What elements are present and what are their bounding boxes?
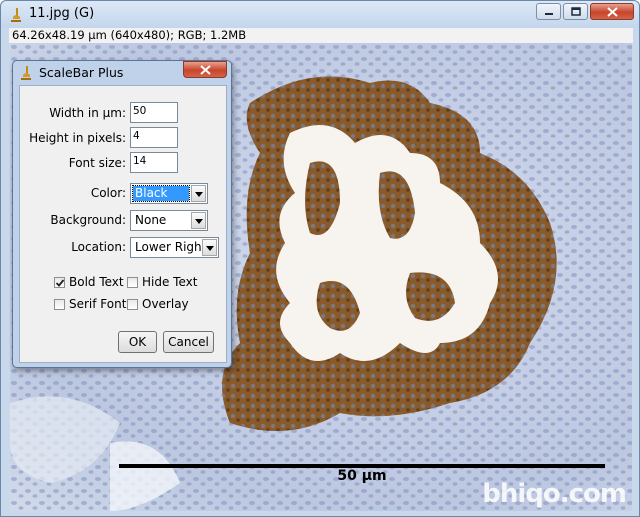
height-label: Height in pixels: <box>29 131 126 145</box>
minimize-button[interactable] <box>536 3 561 20</box>
background-label: Background: <box>50 213 126 227</box>
width-input[interactable]: 50 <box>130 102 178 123</box>
imagej-microscope-icon <box>11 8 21 22</box>
close-icon <box>591 4 633 19</box>
chevron-down-icon[interactable] <box>202 239 217 256</box>
maximize-button[interactable] <box>563 3 588 20</box>
color-select-value: Black <box>132 185 190 202</box>
hide-text-label[interactable]: Hide Text <box>142 275 197 289</box>
scale-bar-label: 50 µm <box>337 468 387 484</box>
background-select[interactable]: None <box>130 210 208 231</box>
serif-font-checkbox[interactable] <box>54 299 65 310</box>
image-info-bar: 64.26x48.19 µm (640x480); RGB; 1.2MB <box>9 28 633 43</box>
dialog-close-button[interactable] <box>183 61 227 78</box>
hide-text-checkbox[interactable] <box>127 277 138 288</box>
location-select[interactable]: Lower Right <box>130 237 219 258</box>
serif-font-label[interactable]: Serif Font <box>69 297 126 311</box>
chevron-down-icon[interactable] <box>191 212 206 229</box>
bold-text-label[interactable]: Bold Text <box>69 275 124 289</box>
overlay-checkbox[interactable] <box>127 299 138 310</box>
cancel-button[interactable]: Cancel <box>163 331 214 353</box>
location-select-value: Lower Right <box>135 240 207 254</box>
overlay-label[interactable]: Overlay <box>142 297 189 311</box>
maximize-icon <box>564 4 587 19</box>
color-select[interactable]: Black <box>130 183 208 204</box>
checkmark-icon <box>55 279 65 287</box>
image-info-text: 64.26x48.19 µm (640x480); RGB; 1.2MB <box>12 28 247 42</box>
width-label: Width in µm: <box>49 106 126 120</box>
dialog-body: Width in µm: 50 Height in pixels: 4 Font… <box>19 85 227 363</box>
bold-text-checkbox[interactable] <box>54 277 65 288</box>
imagej-microscope-icon <box>21 66 31 80</box>
scalebar-plus-dialog: ScaleBar Plus Width in µm: 50 Height in … <box>12 60 232 368</box>
window-titlebar[interactable]: 11.jpg (G) <box>1 1 639 28</box>
close-window-button[interactable] <box>590 3 634 20</box>
height-input[interactable]: 4 <box>130 127 178 148</box>
window-title: 11.jpg (G) <box>29 6 95 21</box>
font-size-input[interactable]: 14 <box>130 152 178 173</box>
location-label: Location: <box>71 240 126 254</box>
font-size-label: Font size: <box>68 156 126 170</box>
dialog-title: ScaleBar Plus <box>39 65 124 80</box>
color-label: Color: <box>90 186 126 200</box>
watermark-text: bhiqo.com <box>482 479 627 509</box>
background-select-value: None <box>135 213 167 227</box>
ok-button[interactable]: OK <box>118 331 157 353</box>
minimize-icon <box>537 4 560 19</box>
chevron-down-icon[interactable] <box>191 185 206 202</box>
close-icon <box>184 62 226 77</box>
